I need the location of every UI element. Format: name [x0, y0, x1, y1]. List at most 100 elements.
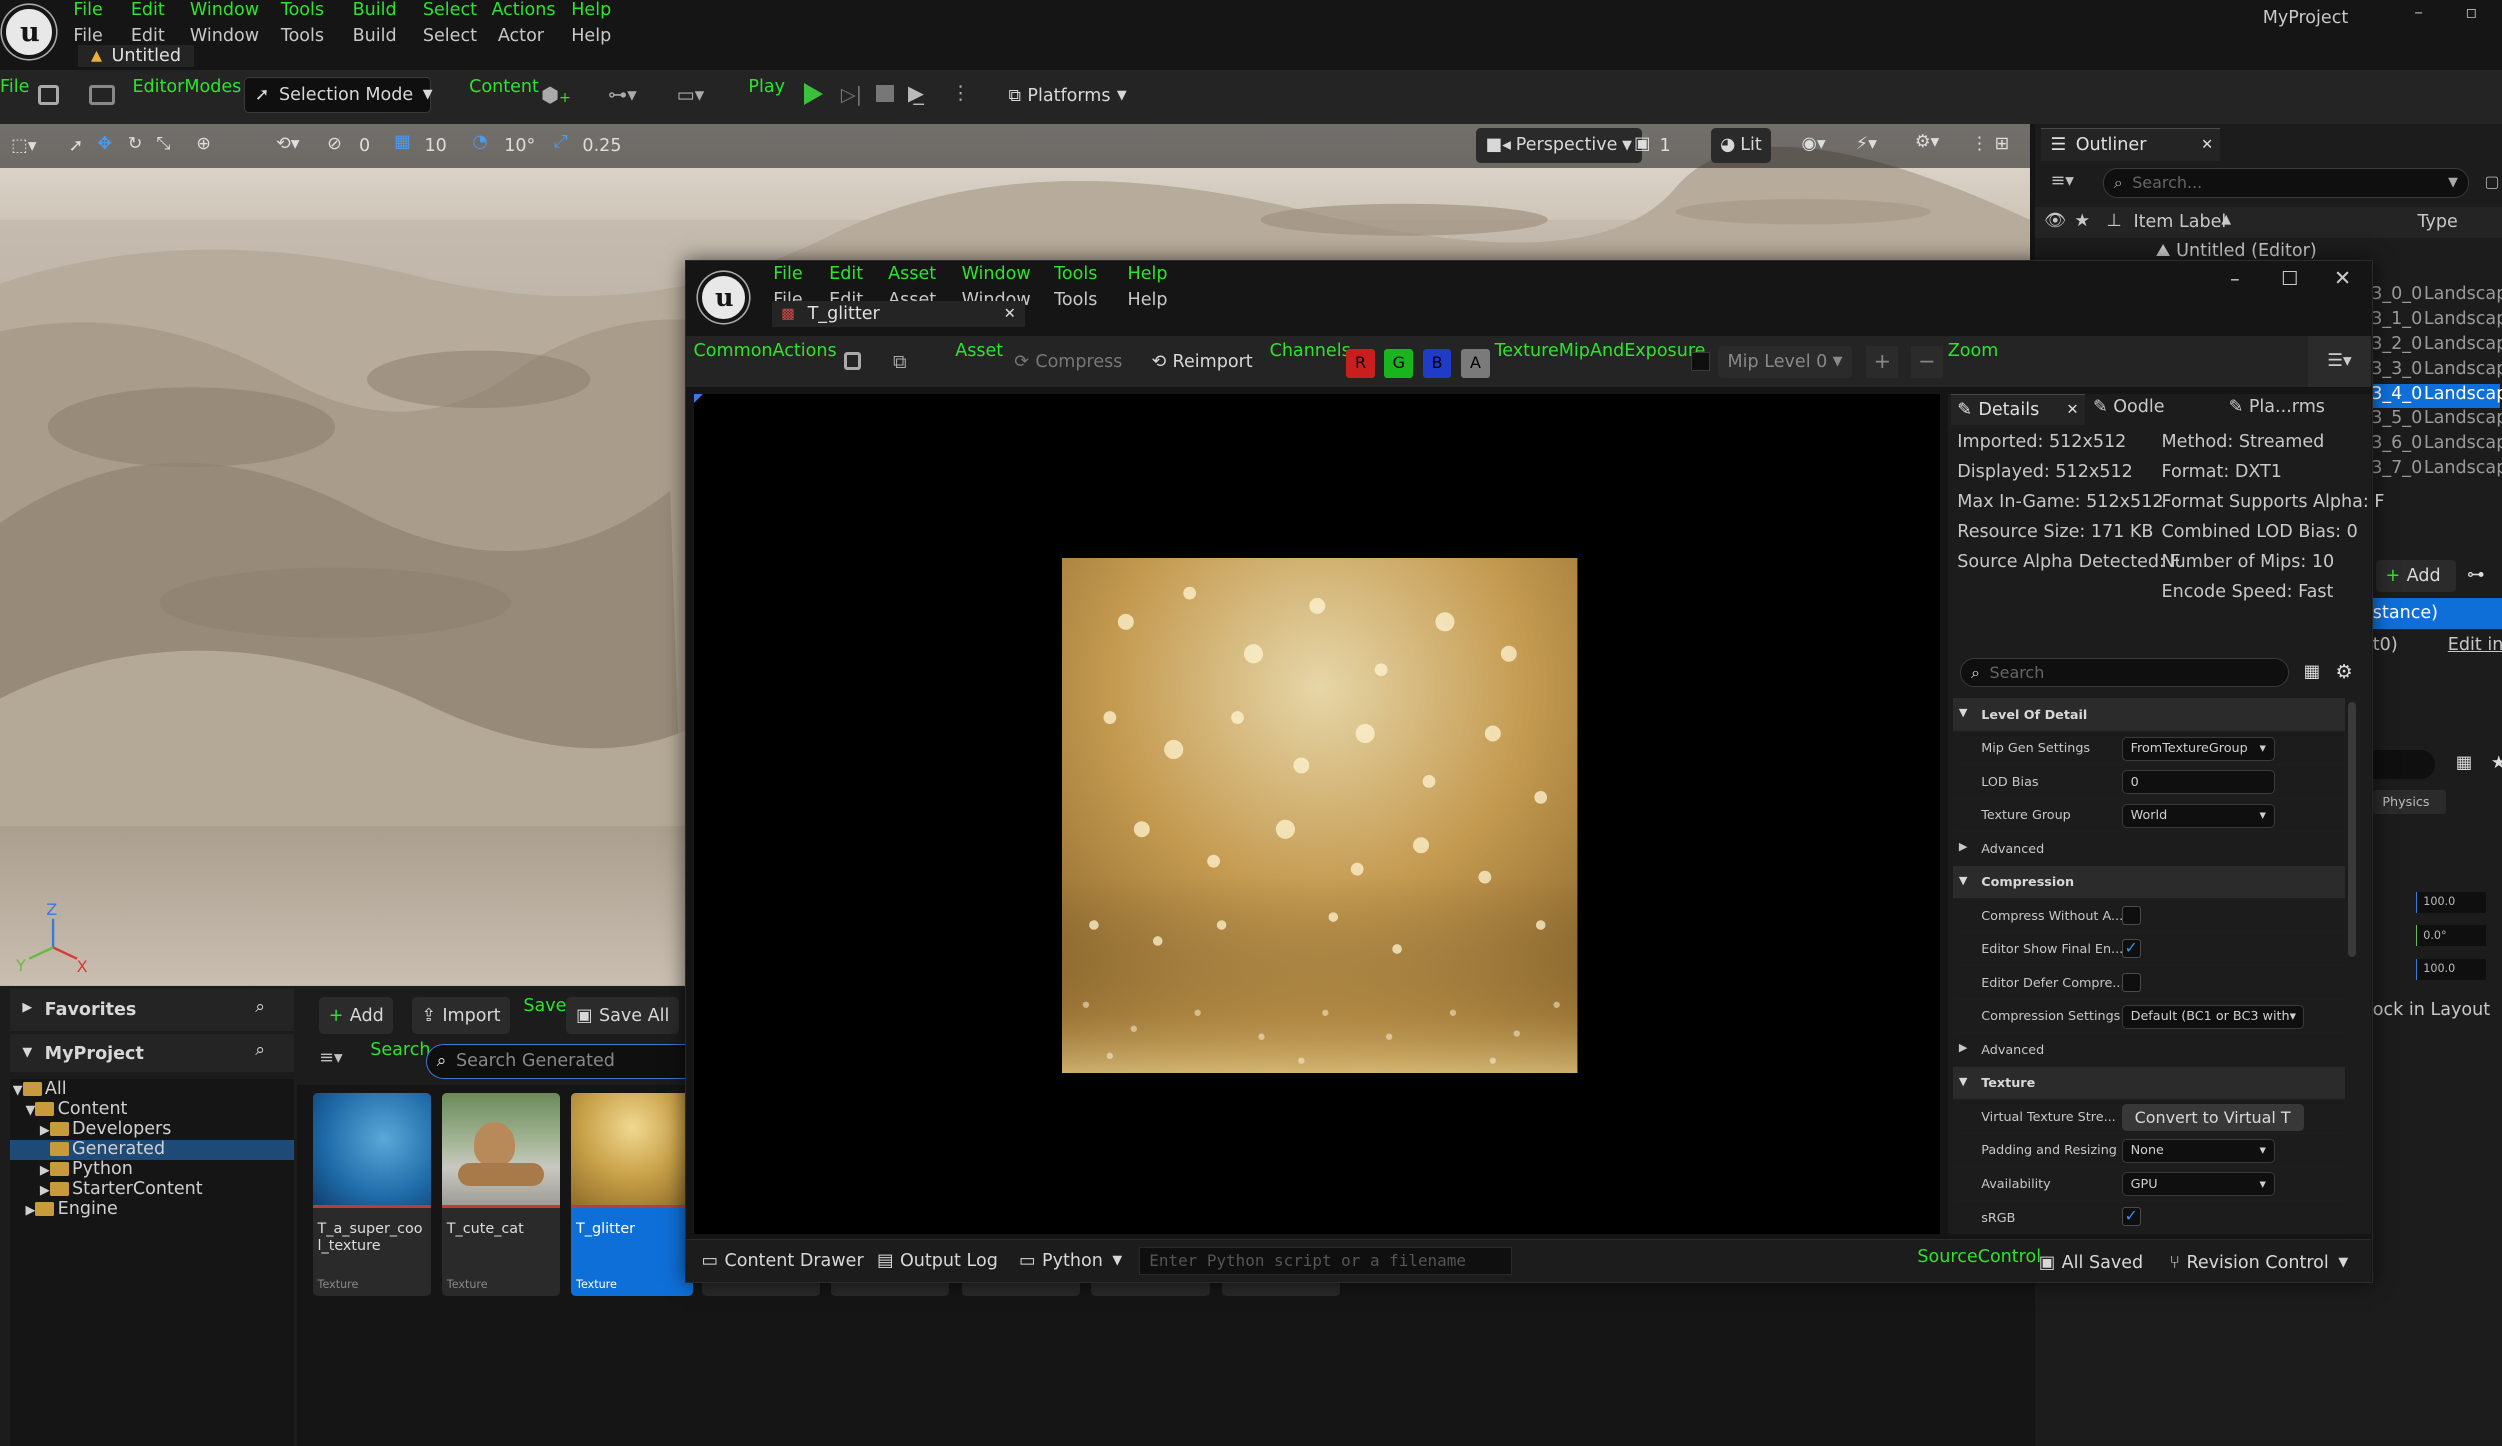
save-icon[interactable] — [843, 352, 862, 370]
zoom-out-icon[interactable]: − — [1911, 345, 1943, 378]
mip-checkbox[interactable] — [1690, 352, 1710, 372]
layout-icon[interactable]: ⊞ — [1995, 134, 2010, 154]
outliner-tab[interactable]: ☰ Outliner ✕ — [2040, 127, 2220, 162]
content-drawer-button[interactable]: ▭ Content Drawer — [692, 1245, 873, 1277]
menu-tools[interactable]: Tools — [281, 26, 324, 46]
menu-edit-top[interactable]: Edit — [131, 0, 165, 20]
texture-viewport[interactable] — [693, 393, 1940, 1235]
close-window-icon[interactable]: ✕ — [2334, 266, 2351, 290]
asset-tile-selected[interactable]: T_glitter Texture — [571, 1093, 693, 1296]
close-icon[interactable]: ✕ — [2067, 402, 2079, 418]
asset-search-input[interactable]: ⌕ Search Generated — [426, 1043, 687, 1079]
eject-icon[interactable]: ▶̲ — [908, 81, 924, 105]
channel-b-toggle[interactable]: B — [1422, 348, 1452, 378]
star-icon[interactable]: ★ — [2491, 753, 2502, 773]
all-saved-button[interactable]: ▣ All Saved — [2029, 1247, 2153, 1279]
mip-level-dropdown[interactable]: Mip Level 0 ▼ — [1717, 345, 1852, 378]
hamburger-menu-icon[interactable]: ☰▾ — [2308, 336, 2371, 388]
menu-actions-top[interactable]: Actions — [491, 0, 555, 20]
angle-snap-value[interactable]: 10° — [504, 136, 535, 156]
te-menu-edit-top[interactable]: Edit — [829, 264, 863, 284]
tree-all[interactable]: ▼ All — [13, 1080, 67, 1100]
settings-gear-icon[interactable]: ⚙ — [2335, 660, 2352, 683]
transform-mode-icon[interactable]: ⬚▾ — [11, 136, 36, 156]
details-search-fragment[interactable] — [2371, 749, 2436, 779]
select-icon[interactable]: ➚ — [69, 136, 84, 156]
world-local-icon[interactable]: ⊕ — [196, 134, 211, 154]
te-asset-tab[interactable]: ▩ T_glitter ✕ — [771, 300, 1026, 327]
menu-actor[interactable]: Actor — [498, 26, 544, 46]
rotation-value[interactable]: 0.0° — [2415, 925, 2487, 947]
reimport-button[interactable]: ⟲ Reimport — [1142, 344, 1262, 379]
camera-speed-value[interactable]: 1 — [1660, 136, 1671, 156]
minimize-icon[interactable]: – — [2230, 267, 2240, 290]
menu-build-top[interactable]: Build — [353, 0, 397, 20]
minimize-icon[interactable]: – — [2414, 3, 2423, 23]
viewport-more-icon[interactable]: ⋮ — [1971, 134, 1989, 154]
editor-show-final-checkbox[interactable]: ✓ — [2121, 939, 2141, 959]
search-icon[interactable]: ⌕ — [255, 1040, 265, 1060]
maximize-icon[interactable]: ☐ — [2281, 267, 2298, 290]
revision-control-button[interactable]: ⑂ Revision Control ▼ — [2160, 1247, 2358, 1279]
tree-engine[interactable]: ▶ Engine — [26, 1199, 118, 1220]
outliner-row[interactable]: 3_2_0Landscape — [2371, 334, 2502, 359]
instance-row[interactable]: stance) — [2371, 598, 2502, 629]
outliner-root[interactable]: ⛰ Untitled (Editor) — [2156, 241, 2317, 261]
zoom-in-icon[interactable]: + — [1866, 345, 1899, 378]
stop-icon[interactable] — [876, 84, 894, 103]
section-compression[interactable]: ▼ Compression — [1952, 865, 2346, 900]
add-content-icon[interactable]: ⬢+ — [541, 83, 579, 109]
oodle-tab[interactable]: ✎ Oodle — [2093, 397, 2165, 417]
project-header[interactable]: ▼ MyProject ⌕ — [9, 1034, 294, 1073]
camera-speed-icon[interactable]: ▣ — [1634, 134, 1651, 154]
search-icon[interactable]: ⌕ — [255, 997, 265, 1017]
menu-file-top[interactable]: File — [73, 0, 102, 20]
compress-button[interactable]: ⟳ Compress — [1005, 344, 1132, 379]
add-component-button[interactable]: + Add — [2375, 560, 2456, 592]
te-menu-asset-top[interactable]: Asset — [888, 264, 936, 284]
selection-mode-dropdown[interactable]: ➚ Selection Mode ▼ — [244, 76, 433, 114]
channel-a-toggle[interactable]: A — [1461, 348, 1490, 378]
details-search-input[interactable]: ⌕ Search — [1960, 658, 2290, 688]
rotation-snap-icon[interactable]: ⊘ — [327, 134, 342, 154]
unreal-logo-icon[interactable]: u — [1, 4, 56, 60]
pin-icon[interactable]: ⊥ — [2106, 211, 2121, 231]
scale-icon[interactable]: ⤡ — [156, 134, 170, 154]
lod-bias-input[interactable]: 0 — [2121, 770, 2275, 795]
close-icon[interactable]: ✕ — [1004, 306, 1016, 322]
details-tab[interactable]: ✎ Details ✕ — [1950, 393, 2085, 426]
pin-star-icon[interactable]: ★ — [2074, 211, 2090, 231]
outliner-row[interactable]: 3_4_0Landscape — [2371, 383, 2502, 409]
editor-defer-checkbox[interactable] — [2121, 972, 2141, 992]
scale-snap-value[interactable]: 0.25 — [582, 136, 621, 156]
add-button[interactable]: + Add — [319, 997, 394, 1034]
save-icon[interactable] — [38, 84, 60, 106]
compression-settings-dropdown[interactable]: Default (BC1 or BC3 with ▾ — [2121, 1004, 2304, 1029]
scale-z-value[interactable]: 100.0 — [2415, 959, 2487, 980]
maximize-icon[interactable]: ▫ — [2465, 3, 2477, 23]
show-flags-icon[interactable]: ◉▾ — [1802, 134, 1826, 154]
menu-help-top[interactable]: Help — [571, 0, 611, 20]
physics-tab[interactable]: Physics — [2372, 789, 2447, 814]
outliner-row[interactable]: 3_0_0Landscape — [2371, 284, 2502, 309]
blueprint-icon[interactable]: ⊶▾ — [608, 83, 649, 109]
tree-developers[interactable]: ▶ Developers — [40, 1120, 172, 1140]
menu-help[interactable]: Help — [571, 26, 611, 46]
menu-select-top[interactable]: Select — [423, 0, 477, 20]
scalability-icon[interactable]: ⚡▾ — [1856, 134, 1877, 154]
section-level-of-detail[interactable]: ▼ Level Of Detail — [1952, 698, 2346, 732]
section-texture[interactable]: ▼ Texture — [1952, 1066, 2346, 1101]
import-button[interactable]: ⇪ Import — [411, 997, 511, 1034]
params-tab[interactable]: ✎ Pla...rms — [2229, 397, 2325, 417]
add-folder-icon[interactable]: ▢ — [2485, 172, 2500, 191]
outliner-row[interactable]: 3_6_0Landscape — [2371, 433, 2502, 458]
menu-window-top[interactable]: Window — [190, 0, 259, 20]
save-all-button[interactable]: ▣ Save All — [566, 997, 679, 1034]
outliner-row[interactable]: 3_5_0Landscape — [2371, 408, 2502, 433]
blueprint-add-icon[interactable]: ⊶ — [2467, 565, 2485, 585]
favorites-header[interactable]: ▶ Favorites ⌕ — [9, 989, 294, 1031]
translate-icon[interactable]: ✥ — [97, 134, 112, 154]
browse-icon[interactable] — [89, 84, 115, 106]
menu-window[interactable]: Window — [190, 26, 259, 46]
te-menu-tools[interactable]: Tools — [1054, 290, 1097, 310]
